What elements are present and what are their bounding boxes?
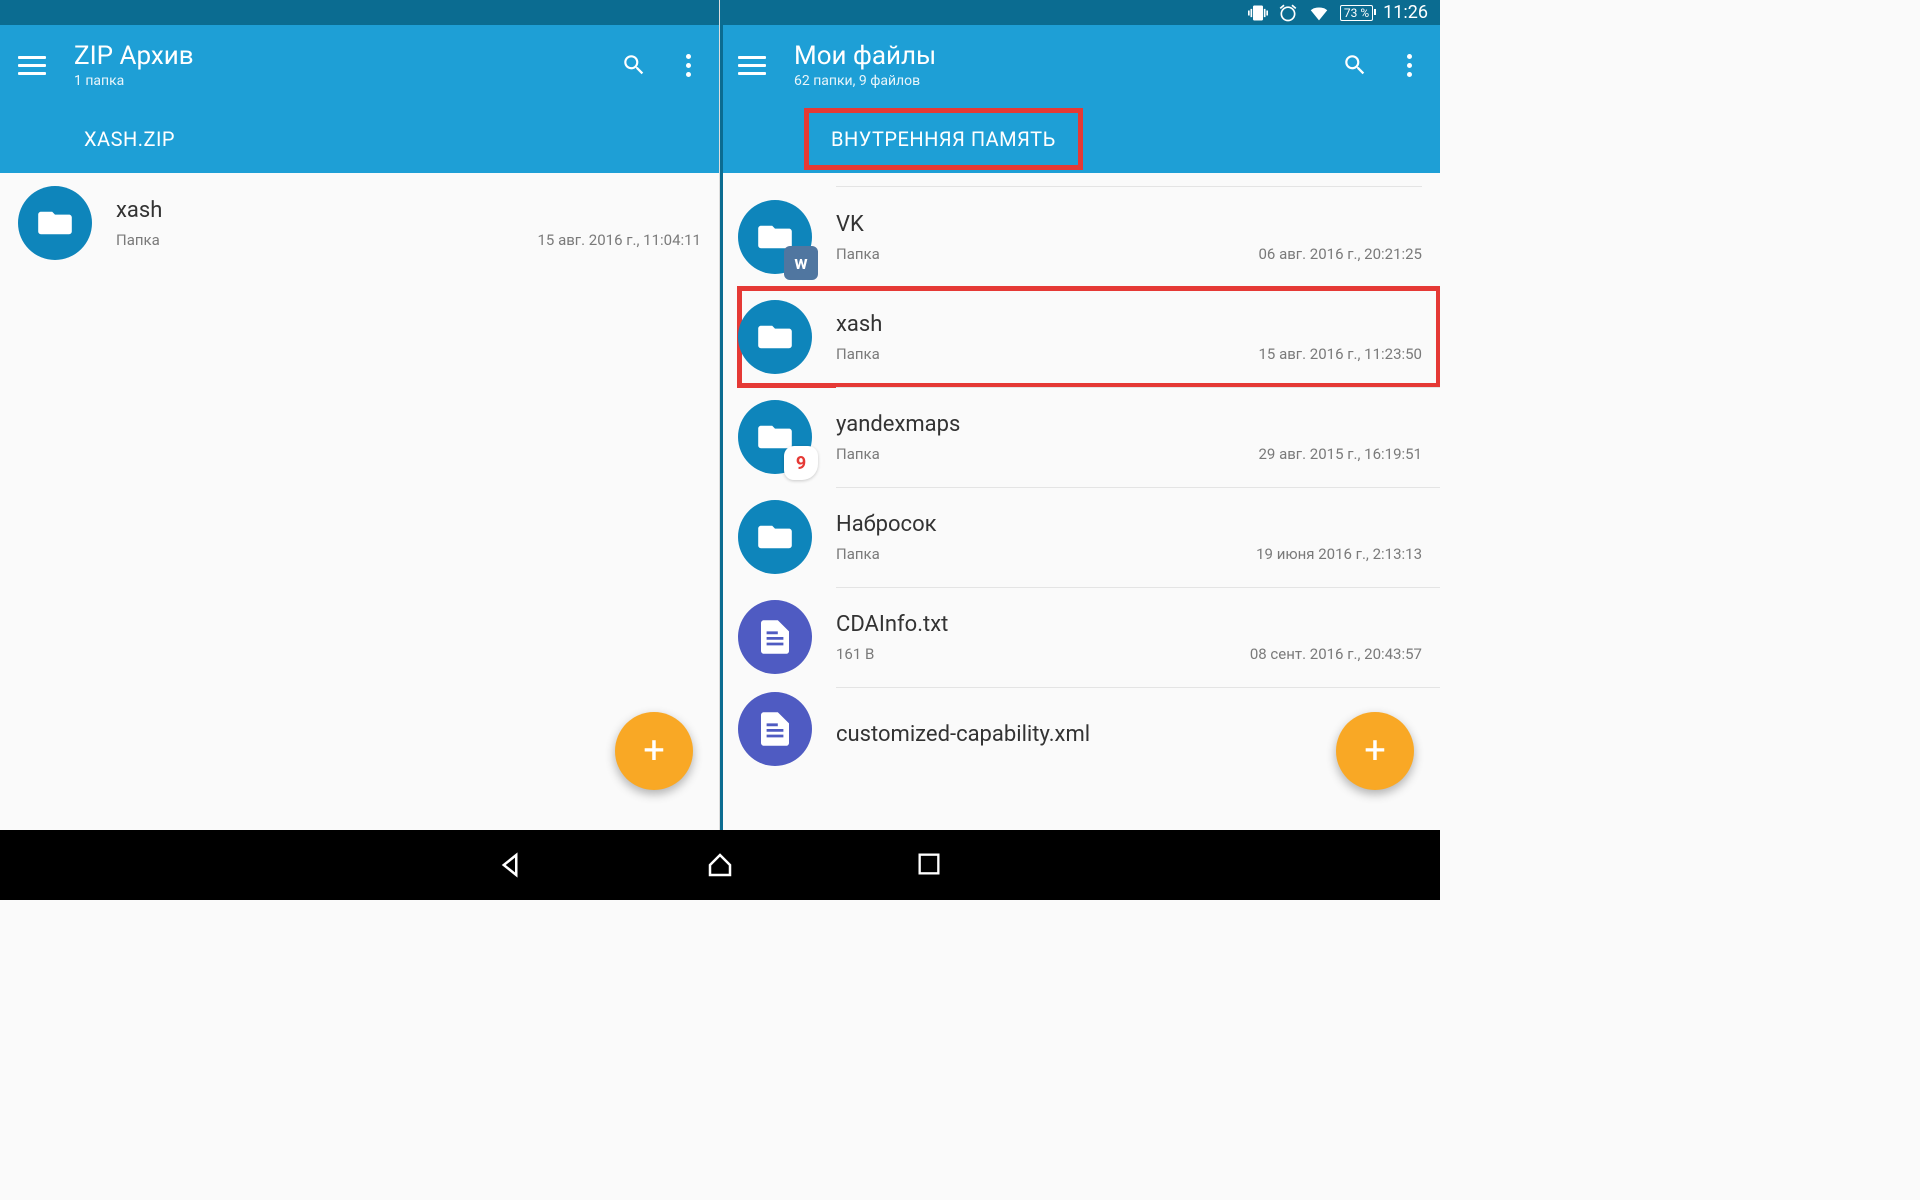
item-date: 08 сент. 2016 г., 20:43:57	[1250, 645, 1422, 663]
page-subtitle: 62 папки, 9 файлов	[794, 73, 1314, 89]
list-item[interactable]: w VK Папка 06 авг. 2016 г., 20:21:25	[738, 187, 1440, 287]
search-icon[interactable]	[621, 52, 647, 78]
item-type: Папка	[836, 345, 880, 363]
navigation-bar	[0, 830, 1440, 900]
more-icon[interactable]	[1396, 52, 1422, 78]
file-list-left: xash Папка 15 авг. 2016 г., 11:04:11	[0, 173, 719, 900]
file-icon	[738, 600, 812, 674]
list-item[interactable]: Набросок Папка 19 июня 2016 г., 2:13:13	[738, 487, 1440, 587]
item-type: Папка	[836, 545, 880, 563]
folder-icon	[738, 300, 812, 374]
list-item[interactable]: 9 yandexmaps Папка 29 авг. 2015 г., 16:19…	[738, 387, 1440, 487]
folder-icon	[738, 500, 812, 574]
alarm-icon	[1278, 3, 1298, 23]
wifi-icon	[1308, 3, 1330, 23]
item-name: yandexmaps	[836, 412, 1422, 437]
item-type: 161 B	[836, 645, 874, 663]
folder-icon	[18, 186, 92, 260]
home-button[interactable]	[705, 850, 735, 880]
folder-icon: 9	[738, 400, 812, 474]
item-name: customized-capability.xml	[836, 722, 1422, 747]
list-item[interactable]: customized-capability.xml	[738, 687, 1440, 747]
breadcrumb-right[interactable]: ВНУТРЕННЯЯ ПАМЯТЬ	[720, 105, 1440, 173]
item-name: VK	[836, 212, 1422, 237]
item-date: 19 июня 2016 г., 2:13:13	[1256, 545, 1422, 563]
battery-indicator: 73 %	[1340, 5, 1373, 21]
pane-divider	[720, 0, 723, 900]
item-name: xash	[116, 198, 701, 223]
item-date: 15 авг. 2016 г., 11:04:11	[537, 231, 701, 249]
vibrate-icon	[1248, 3, 1268, 23]
item-name: CDAInfo.txt	[836, 612, 1422, 637]
item-name: xash	[836, 312, 1422, 337]
item-type: Папка	[116, 231, 160, 249]
app-bar-left: ZIP Архив 1 папка	[0, 25, 719, 105]
back-button[interactable]	[495, 850, 525, 880]
app-bar-right: Мои файлы 62 папки, 9 файлов	[720, 25, 1440, 105]
fab-add-button[interactable]: +	[1336, 712, 1414, 790]
folder-icon: w	[738, 200, 812, 274]
left-pane: ZIP Архив 1 папка XASH.ZIP xash Папка 1	[0, 0, 720, 900]
status-bar: 73 % 11:26	[720, 0, 1440, 25]
page-title: Мои файлы	[794, 41, 1314, 71]
vk-badge-icon: w	[784, 246, 818, 280]
item-name: Набросок	[836, 512, 1422, 537]
file-icon	[738, 692, 812, 766]
item-date: 06 авг. 2016 г., 20:21:25	[1258, 245, 1422, 263]
clock: 11:26	[1383, 2, 1428, 23]
breadcrumb-label: ВНУТРЕННЯЯ ПАМЯТЬ	[804, 108, 1083, 170]
item-date: 29 авг. 2015 г., 16:19:51	[1258, 445, 1422, 463]
partial-item-edge	[836, 173, 1422, 187]
recents-button[interactable]	[915, 850, 945, 880]
more-icon[interactable]	[675, 52, 701, 78]
right-pane: 73 % 11:26 Мои файлы 62 папки, 9 файлов …	[720, 0, 1440, 900]
page-subtitle: 1 папка	[74, 73, 593, 89]
breadcrumb-label: XASH.ZIP	[84, 127, 175, 151]
list-item[interactable]: CDAInfo.txt 161 B 08 сент. 2016 г., 20:43…	[738, 587, 1440, 687]
item-type: Папка	[836, 445, 880, 463]
list-item[interactable]: xash Папка 15 авг. 2016 г., 11:04:11	[18, 173, 719, 273]
page-title: ZIP Архив	[74, 41, 593, 71]
breadcrumb-left[interactable]: XASH.ZIP	[0, 105, 719, 173]
status-bar-left	[0, 0, 719, 25]
title-block: ZIP Архив 1 папка	[74, 41, 593, 89]
file-list-right: w VK Папка 06 авг. 2016 г., 20:21:25 xash…	[720, 173, 1440, 900]
yandex-badge-icon: 9	[784, 446, 818, 480]
menu-icon[interactable]	[738, 56, 766, 75]
item-date: 15 авг. 2016 г., 11:23:50	[1258, 345, 1422, 363]
fab-add-button[interactable]: +	[615, 712, 693, 790]
item-type: Папка	[836, 245, 880, 263]
list-item[interactable]: xash Папка 15 авг. 2016 г., 11:23:50	[738, 287, 1440, 387]
search-icon[interactable]	[1342, 52, 1368, 78]
title-block: Мои файлы 62 папки, 9 файлов	[794, 41, 1314, 89]
menu-icon[interactable]	[18, 56, 46, 75]
